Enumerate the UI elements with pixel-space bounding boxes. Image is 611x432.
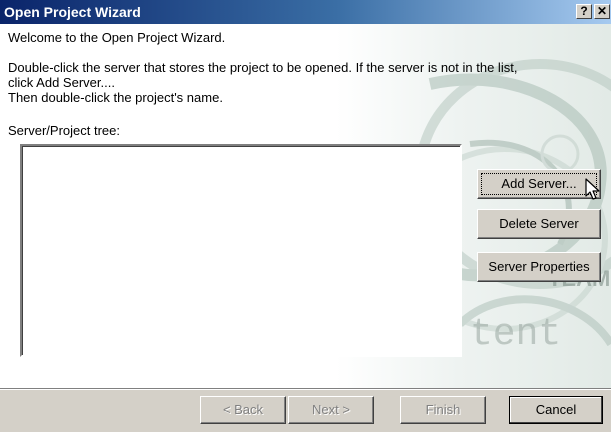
- back-label: < Back: [222, 402, 264, 417]
- server-properties-label: Server Properties: [488, 259, 590, 274]
- add-server-button[interactable]: Add Server...: [477, 169, 601, 199]
- help-button[interactable]: ?: [576, 4, 592, 19]
- cancel-button[interactable]: Cancel: [509, 396, 603, 424]
- footer-separator: [0, 388, 611, 390]
- instruction-line-3: Then double-click the project's name.: [8, 90, 223, 105]
- title-bar[interactable]: Open Project Wizard ? ✕: [0, 0, 611, 24]
- welcome-text: Welcome to the Open Project Wizard.: [8, 30, 226, 45]
- close-button[interactable]: ✕: [594, 4, 610, 19]
- back-button[interactable]: < Back: [200, 396, 286, 424]
- help-icon: ?: [580, 4, 588, 18]
- cancel-label: Cancel: [535, 402, 577, 417]
- instruction-line-1: Double-click the server that stores the …: [8, 60, 518, 75]
- server-properties-button[interactable]: Server Properties: [477, 252, 601, 282]
- close-icon: ✕: [596, 4, 608, 18]
- next-label: Next >: [312, 402, 350, 417]
- finish-button[interactable]: Finish: [400, 396, 486, 424]
- mouse-pointer-icon: [585, 178, 600, 200]
- server-project-tree[interactable]: [20, 144, 462, 357]
- open-project-wizard-window: Open Project Wizard ? ✕ TEAM tent Welcom…: [0, 0, 611, 432]
- next-button[interactable]: Next >: [288, 396, 374, 424]
- finish-label: Finish: [425, 402, 461, 417]
- window-title: Open Project Wizard: [4, 4, 141, 20]
- tree-label: Server/Project tree:: [8, 123, 120, 138]
- instruction-line-2: click Add Server....: [8, 75, 115, 90]
- background-content-text: tent: [470, 313, 561, 356]
- focus-rectangle: [481, 173, 597, 195]
- delete-server-button[interactable]: Delete Server: [477, 209, 601, 239]
- delete-server-label: Delete Server: [499, 216, 579, 231]
